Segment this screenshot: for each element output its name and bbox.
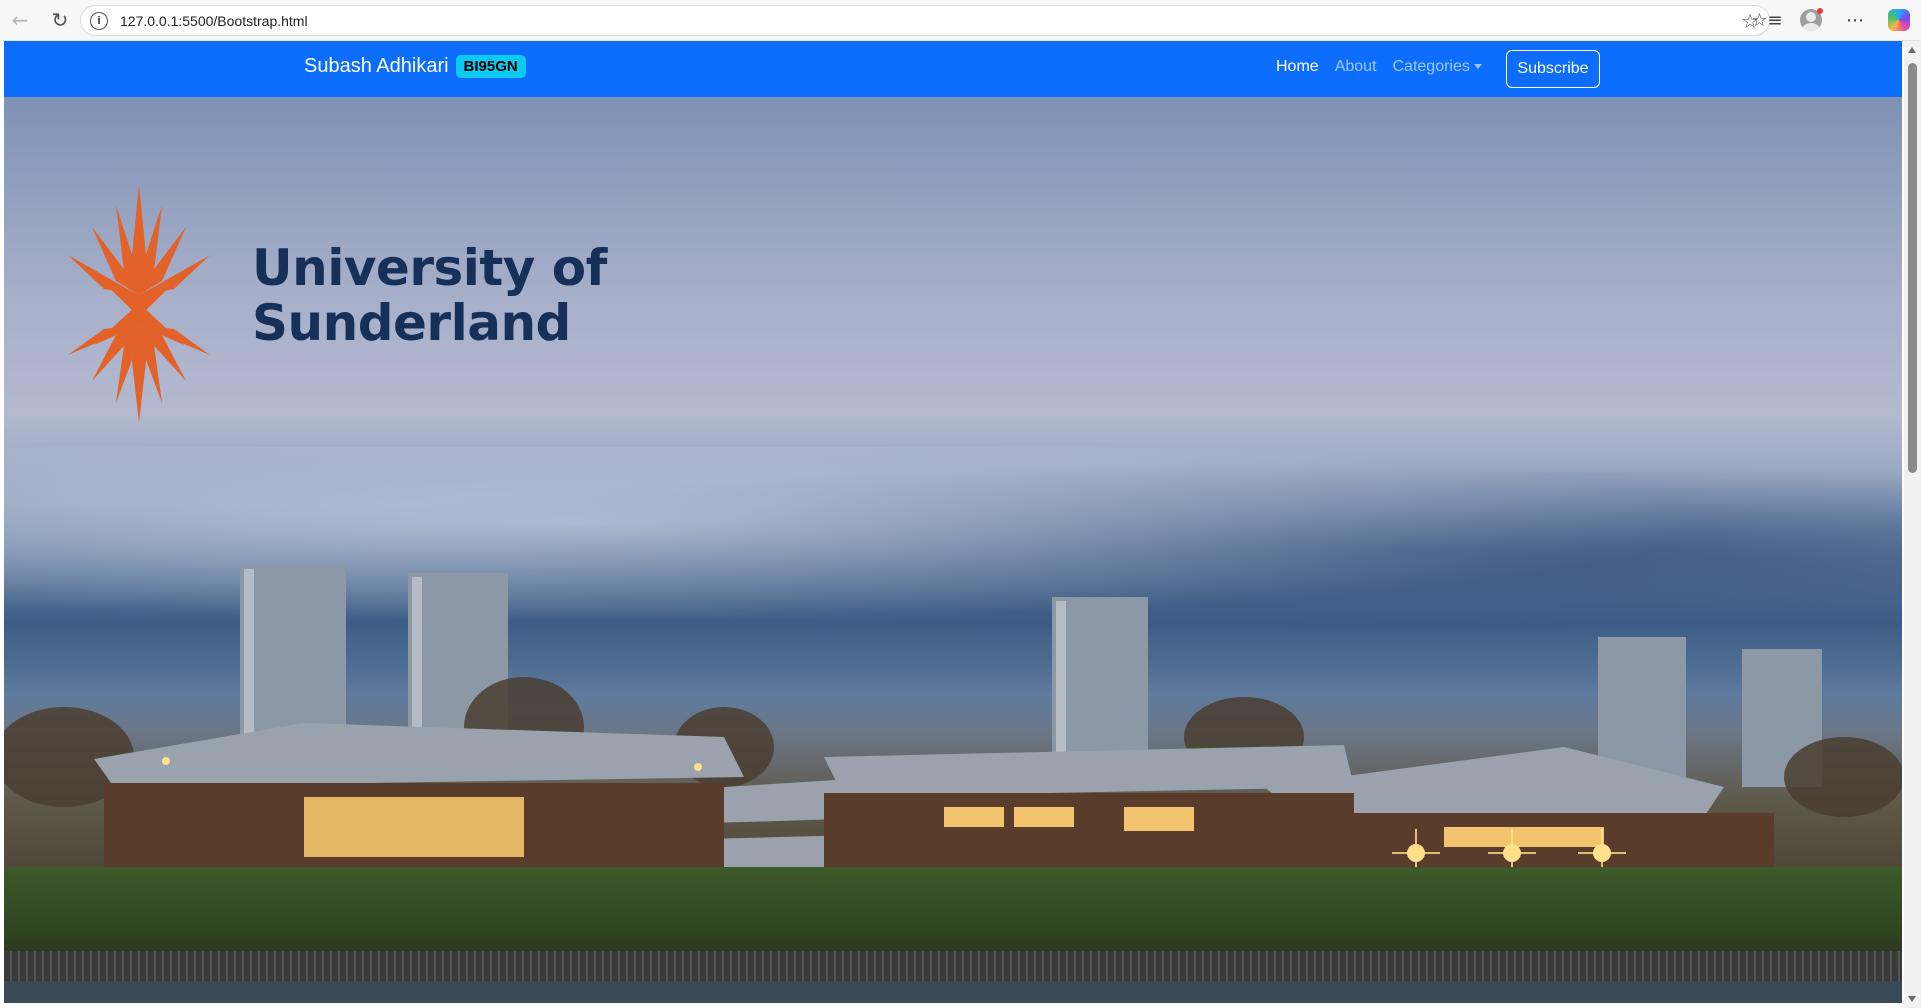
nav-dropdown-categories[interactable]: Categories	[1393, 58, 1482, 76]
browser-actions: ☆≡ ⋯	[1751, 4, 1921, 36]
nav-link-about[interactable]: About	[1335, 58, 1377, 76]
scrollbar-thumb[interactable]	[1908, 63, 1917, 473]
brand-badge: BI95GN	[455, 55, 526, 78]
categories-label: Categories	[1392, 58, 1470, 75]
brand-name[interactable]: Subash Adhikari	[304, 55, 449, 78]
browser-toolbar: ← ↻ i 127.0.0.1:5500/Bootstrap.html ☆ ☆≡…	[0, 0, 1921, 41]
address-bar[interactable]: i 127.0.0.1:5500/Bootstrap.html ☆	[80, 5, 1770, 36]
page-scrollbar[interactable]	[1904, 41, 1921, 1008]
scroll-up-icon[interactable]	[1908, 47, 1916, 53]
sunderland-emblem-icon	[68, 185, 210, 423]
url-text[interactable]: 127.0.0.1:5500/Bootstrap.html	[120, 13, 308, 29]
university-logo-text: University of Sunderland	[252, 241, 607, 351]
copilot-icon[interactable]	[1883, 4, 1915, 36]
scroll-down-icon[interactable]	[1908, 996, 1916, 1002]
caret-down-icon	[1473, 64, 1482, 70]
nav-link-home[interactable]: Home	[1276, 58, 1319, 76]
reload-icon[interactable]: ↻	[44, 4, 76, 36]
info-icon[interactable]: i	[90, 11, 108, 30]
more-icon[interactable]: ⋯	[1839, 4, 1871, 36]
nav-links: Home About Categories	[1276, 58, 1498, 76]
subscribe-button[interactable]: Subscribe	[1506, 50, 1600, 88]
hero-image: University of Sunderland	[4, 97, 1902, 1003]
logo-line-1: University of	[252, 239, 607, 297]
navbar-brand[interactable]: Subash Adhikari BI95GN	[304, 55, 526, 78]
railing	[4, 951, 1902, 981]
profile-icon[interactable]	[1795, 4, 1827, 36]
page-viewport: Subash Adhikari BI95GN Home About Catego…	[4, 41, 1902, 1003]
logo-line-2: Sunderland	[252, 294, 571, 352]
navbar: Subash Adhikari BI95GN Home About Catego…	[4, 41, 1902, 97]
river	[4, 981, 1902, 1003]
back-arrow-icon[interactable]: ←	[4, 4, 36, 36]
favorites-icon[interactable]: ☆≡	[1751, 4, 1783, 36]
